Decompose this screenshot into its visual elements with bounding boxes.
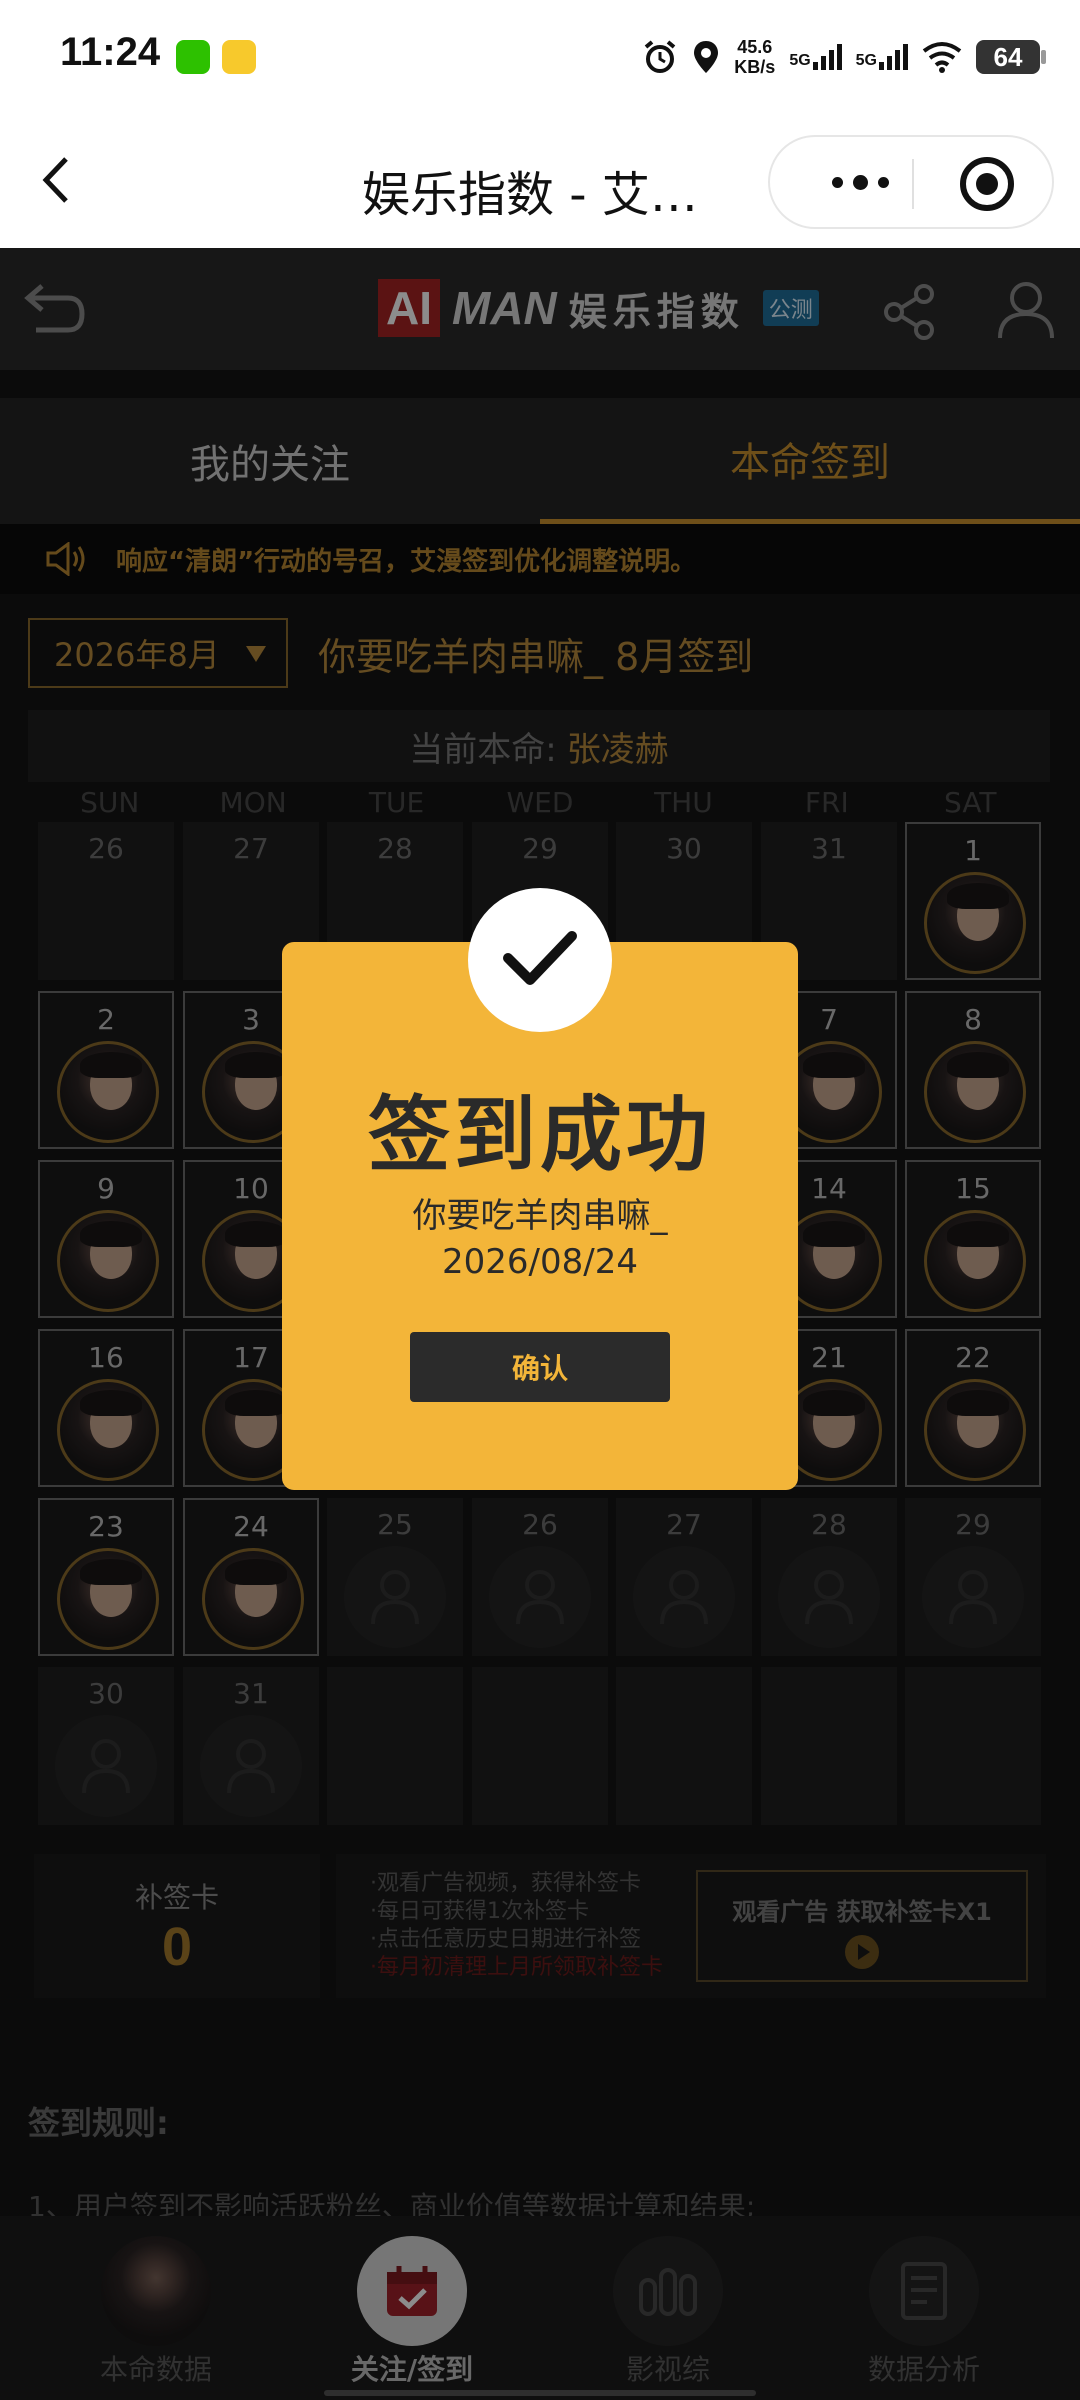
dialog-date: 2026/08/24 [442, 1242, 638, 1282]
sim2-label: 5G [855, 52, 877, 69]
net-speed: 45.6 KB/s [734, 37, 775, 77]
success-check-badge [468, 888, 612, 1032]
miniprogram-header: 娱乐指数 - 艾… [0, 115, 1080, 248]
dialog-title: 签到成功 [367, 1088, 712, 1183]
dialog-username: 你要吃羊肉串嘛_ [412, 1196, 668, 1236]
status-time: 11:24 [60, 30, 161, 74]
capsule-menu [768, 135, 1054, 229]
net-speed-value: 45.6 [737, 37, 773, 57]
back-arrow-icon[interactable] [38, 155, 78, 205]
more-icon[interactable] [810, 159, 910, 205]
location-icon [694, 41, 719, 73]
confirm-button[interactable]: 确认 [410, 1332, 670, 1402]
signal-sim1: 5G [789, 44, 842, 70]
checkmark-icon [503, 931, 577, 985]
sim1-label: 5G [789, 52, 811, 69]
alarm-icon [645, 40, 676, 73]
weibo-icon [222, 40, 256, 74]
wifi-icon [922, 42, 962, 73]
battery-indicator: 64 [976, 40, 1046, 74]
miniprogram-title: 娱乐指数 - 艾… [362, 167, 698, 223]
close-miniprogram-icon[interactable] [960, 157, 1014, 211]
status-right: 45.6 KB/s 5G 5G 64 [642, 32, 1046, 82]
signal-sim2: 5G [856, 44, 908, 70]
page: 11:24 45.6 KB/s 5G 5G 64 娱乐指数 - 艾… AI MA… [0, 0, 1080, 2400]
capsule-divider [912, 159, 914, 209]
status-bar: 11:24 45.6 KB/s 5G 5G 64 [0, 0, 1080, 115]
net-speed-unit: KB/s [734, 57, 776, 77]
wechat-icon [176, 40, 210, 74]
